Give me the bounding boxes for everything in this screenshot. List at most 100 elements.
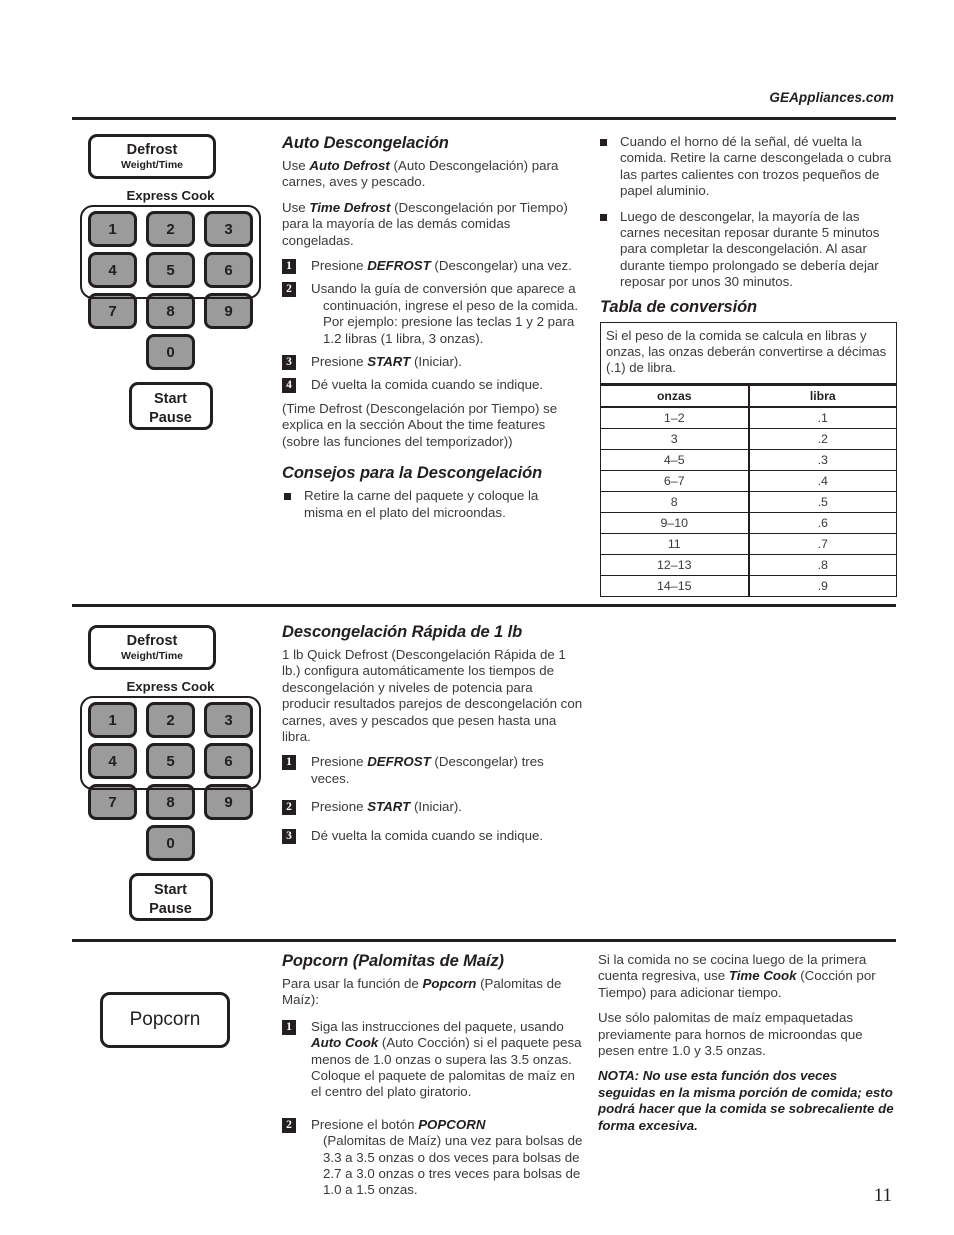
divider-top <box>72 117 896 120</box>
key-3[interactable]: 3 <box>204 211 253 247</box>
keypad-2: 1 2 3 4 5 6 7 8 9 0 <box>80 696 261 861</box>
table-row: 4–5.3 <box>600 448 897 471</box>
cell-libra: .5 <box>748 490 897 513</box>
keypad-row: 1 2 3 <box>88 702 253 738</box>
key-2[interactable]: 2 <box>146 211 195 247</box>
key-6[interactable]: 6 <box>204 252 253 288</box>
key-4[interactable]: 4 <box>88 252 137 288</box>
table-row: 9–10.6 <box>600 511 897 534</box>
step-marker: 2 <box>282 282 296 298</box>
step-continuation: (Palomitas de Maíz) una vez para bolsas … <box>323 1133 583 1198</box>
defrost-button[interactable]: Defrost Weight/Time <box>88 134 216 179</box>
popcorn-title: Popcorn (Palomitas de Maíz) <box>282 952 504 970</box>
key-6[interactable]: 6 <box>204 743 253 779</box>
conversion-table-block: Tabla de conversión Si el peso de la com… <box>600 298 897 597</box>
quick-defrost-column: Descongelación Rápida de 1 lb 1 lb Quick… <box>282 623 584 851</box>
key-1[interactable]: 1 <box>88 211 137 247</box>
step-item: 1 Presione DEFROST (Descongelar) tres vec… <box>282 754 584 787</box>
table-row: 12–13.8 <box>600 553 897 576</box>
table-row: 14–15.9 <box>600 574 897 597</box>
table-row: 6–7.4 <box>600 469 897 492</box>
step-item: 4 Dé vuelta la comida cuando se indique. <box>282 377 580 394</box>
table-row: 8.5 <box>600 490 897 513</box>
defrost-button[interactable]: Defrost Weight/Time <box>88 625 216 670</box>
table-row: 11.7 <box>600 532 897 555</box>
conversion-table-title: Tabla de conversión <box>600 298 758 316</box>
key-1[interactable]: 1 <box>88 702 137 738</box>
bullet-item: Cuando el horno dé la señal, dé vuelta l… <box>598 134 896 200</box>
conversion-table-note: Si el peso de la comida se calcula en li… <box>600 322 897 385</box>
key-2[interactable]: 2 <box>146 702 195 738</box>
popcorn-steps: 1 Siga las instrucciones del paquete, usa… <box>282 1019 584 1199</box>
step-item: 2 Presione el botón POPCORN (Palomitas de… <box>282 1117 584 1199</box>
keypad-row: 4 5 6 <box>88 252 253 288</box>
key-9[interactable]: 9 <box>204 784 253 820</box>
cell-onzas: 1–2 <box>600 406 750 429</box>
auto-defrost-paragraph: Use Time Defrost (Descongelación por Tie… <box>282 199 568 248</box>
start-pause-button[interactable]: Start Pause <box>128 873 213 921</box>
key-5[interactable]: 5 <box>146 743 195 779</box>
divider-middle <box>72 604 896 607</box>
cell-libra: .3 <box>748 448 897 471</box>
popcorn-notes-column: Si la comida no se cocina luego de la pr… <box>598 952 898 1134</box>
auto-defrost-title: Auto Descongelación <box>282 134 449 152</box>
key-4[interactable]: 4 <box>88 743 137 779</box>
popcorn-panel-graphic: Popcorn <box>100 992 230 1048</box>
column-header-libra: libra <box>748 384 897 408</box>
key-7[interactable]: 7 <box>88 293 137 329</box>
popcorn-intro: Para usar la función de Popcorn (Palomit… <box>282 976 562 1008</box>
key-3[interactable]: 3 <box>204 702 253 738</box>
table-row: 3.2 <box>600 427 897 450</box>
manual-page: GEAppliances.com Defrost Weight/Time Exp… <box>0 0 954 1235</box>
cell-libra: .1 <box>748 406 897 429</box>
cell-libra: .7 <box>748 532 897 555</box>
cell-onzas: 12–13 <box>600 553 750 576</box>
cell-onzas: 11 <box>600 532 750 555</box>
auto-defrost-steps: 1 Presione DEFROST (Descongelar) una vez.… <box>282 258 580 394</box>
start-pause-button[interactable]: Start Pause <box>128 382 213 430</box>
keypad-row: 4 5 6 <box>88 743 253 779</box>
step-marker: 1 <box>282 259 296 275</box>
key-5[interactable]: 5 <box>146 252 195 288</box>
keypad-row: 7 8 9 <box>88 293 253 329</box>
key-7[interactable]: 7 <box>88 784 137 820</box>
defrost-button-label: Defrost <box>126 142 178 158</box>
key-9[interactable]: 9 <box>204 293 253 329</box>
column-header-onzas: onzas <box>600 384 750 408</box>
step-marker: 1 <box>282 755 296 771</box>
site-url: GEAppliances.com <box>769 90 894 105</box>
popcorn-note-paragraph: Si la comida no se cocina luego de la pr… <box>598 952 876 1000</box>
cell-libra: .6 <box>748 511 897 534</box>
divider-bottom <box>72 939 896 942</box>
bullet-item: Retire la carne del paquete y coloque la… <box>282 488 580 521</box>
cell-onzas: 14–15 <box>600 574 750 597</box>
quick-defrost-paragraph: 1 lb Quick Defrost (Descongelación Rápid… <box>282 647 583 745</box>
defrost-button-sublabel: Weight/Time <box>120 159 184 171</box>
popcorn-column: Popcorn (Palomitas de Maíz) Para usar la… <box>282 952 584 1206</box>
step-item: 3 Presione START (Iniciar). <box>282 354 580 371</box>
control-panel-graphic-1: Defrost Weight/Time Express Cook 1 2 3 4… <box>80 134 261 430</box>
cell-libra: .8 <box>748 553 897 576</box>
popcorn-warning-note: NOTA: No use esta función dos veces segu… <box>598 1068 894 1133</box>
auto-defrost-footnote: (Time Defrost (Descongelación por Tiempo… <box>282 400 558 449</box>
keypad-row: 1 2 3 <box>88 211 253 247</box>
step-marker: 3 <box>282 828 296 844</box>
bullet-item: Luego de descongelar, la mayoría de las … <box>598 209 896 291</box>
key-0[interactable]: 0 <box>146 825 195 861</box>
step-item: 2 Usando la guía de conversión que aparec… <box>282 281 580 347</box>
step-marker: 4 <box>282 378 296 394</box>
key-8[interactable]: 8 <box>146 293 195 329</box>
conversion-table: onzas libra 1–2.1 3.2 4–5.3 6–7.4 8.5 9–… <box>600 384 897 597</box>
defrost-tips-column: Cuando el horno dé la señal, dé vuelta l… <box>598 134 896 300</box>
cell-libra: .9 <box>748 574 897 597</box>
popcorn-button[interactable]: Popcorn <box>100 992 230 1048</box>
key-8[interactable]: 8 <box>146 784 195 820</box>
step-marker: 2 <box>282 1117 296 1133</box>
control-panel-graphic-2: Defrost Weight/Time Express Cook 1 2 3 4… <box>80 625 261 921</box>
express-cook-label: Express Cook <box>126 188 215 203</box>
key-0[interactable]: 0 <box>146 334 195 370</box>
step-item: 1 Presione DEFROST (Descongelar) una vez. <box>282 258 580 275</box>
cell-onzas: 6–7 <box>600 469 750 492</box>
popcorn-note-paragraph: Use sólo palomitas de maíz empaquetadas … <box>598 1010 863 1059</box>
keypad-row: 7 8 9 <box>88 784 253 820</box>
